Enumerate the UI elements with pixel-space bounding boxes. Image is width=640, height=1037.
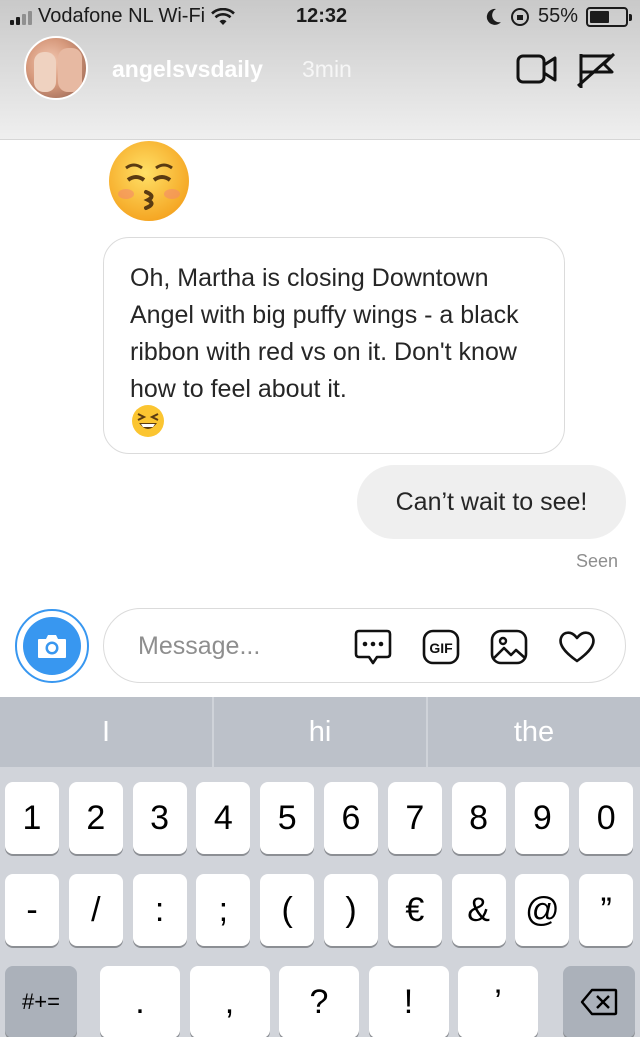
key[interactable]: - [5, 874, 59, 946]
key[interactable]: 0 [579, 782, 634, 854]
flag-icon[interactable] [576, 52, 618, 90]
incoming-message-text: Oh, Martha is closing Downtown Angel wit… [130, 264, 519, 403]
carrier-label: Vodafone NL Wi-Fi [38, 5, 206, 27]
chat-bubble-icon[interactable] [353, 627, 393, 667]
camera-button[interactable] [15, 609, 89, 683]
incoming-message-bubble[interactable]: Oh, Martha is closing Downtown Angel wit… [103, 237, 565, 454]
suggestion-item[interactable]: I [0, 697, 212, 767]
key[interactable]: ” [579, 874, 634, 946]
key[interactable]: : [132, 874, 187, 946]
message-input[interactable] [138, 629, 338, 663]
suggestion-bar: I hi the [0, 697, 640, 767]
camera-icon [38, 635, 66, 658]
rotation-lock-icon [510, 7, 529, 26]
chat-header: Vodafone NL Wi-Fi 12:32 55% angelsvsdail… [0, 0, 640, 140]
key[interactable]: 8 [451, 782, 506, 854]
key[interactable]: 1 [5, 782, 59, 854]
key[interactable]: 4 [196, 782, 251, 854]
symbols-mode-key[interactable]: #+= [5, 966, 77, 1037]
username[interactable]: angelsvsdaily [112, 56, 263, 83]
key[interactable]: ! [368, 966, 449, 1037]
backspace-icon [580, 988, 618, 1016]
key[interactable]: @ [515, 874, 570, 946]
laughing-face-emoji [132, 405, 164, 437]
key[interactable]: . [100, 966, 180, 1037]
battery-icon [586, 6, 632, 27]
active-time: 3min [302, 56, 352, 82]
battery-info: 55% [486, 5, 632, 28]
suggestion-item[interactable]: the [428, 697, 640, 767]
suggestion-item[interactable]: hi [214, 697, 426, 767]
key[interactable]: 3 [132, 782, 187, 854]
key[interactable]: / [68, 874, 123, 946]
video-call-icon[interactable] [516, 52, 558, 86]
kissing-face-emoji [109, 141, 189, 221]
moon-icon [486, 8, 501, 25]
key[interactable]: , [189, 966, 270, 1037]
key[interactable]: ) [324, 874, 378, 946]
outgoing-message-bubble[interactable]: Can’t wait to see! [357, 465, 626, 539]
seen-label: Seen [575, 551, 618, 571]
key[interactable]: 7 [387, 782, 442, 854]
key[interactable]: 2 [68, 782, 123, 854]
gif-label: GIF [429, 640, 453, 656]
outgoing-message-text: Can’t wait to see! [395, 487, 588, 516]
battery-percent: 55% [537, 5, 578, 27]
key[interactable]: ; [196, 874, 251, 946]
message-composer: GIF [103, 608, 626, 683]
wifi-icon [211, 7, 236, 25]
avatar[interactable] [24, 36, 88, 100]
clock: 12:32 [296, 5, 348, 27]
key[interactable]: 6 [324, 782, 378, 854]
gif-icon[interactable]: GIF [421, 627, 461, 667]
key[interactable]: & [451, 874, 506, 946]
key[interactable]: ’ [458, 966, 538, 1037]
key[interactable]: € [387, 874, 442, 946]
delete-key[interactable] [563, 966, 635, 1037]
signal-icon [10, 9, 32, 25]
key[interactable]: 9 [515, 782, 570, 854]
key[interactable]: ? [279, 966, 359, 1037]
key[interactable]: 5 [260, 782, 315, 854]
key[interactable]: ( [260, 874, 315, 946]
keyboard: I hi the 1 2 3 4 5 6 7 8 9 0 - /:;() € & @” #+=.,?!’ [0, 697, 640, 1037]
battery-fill [590, 10, 609, 23]
gallery-icon[interactable] [489, 627, 529, 667]
heart-icon[interactable] [557, 627, 597, 667]
status-bar: Vodafone NL Wi-Fi 12:32 55% [0, 0, 640, 34]
carrier-info: Vodafone NL Wi-Fi [10, 5, 236, 28]
